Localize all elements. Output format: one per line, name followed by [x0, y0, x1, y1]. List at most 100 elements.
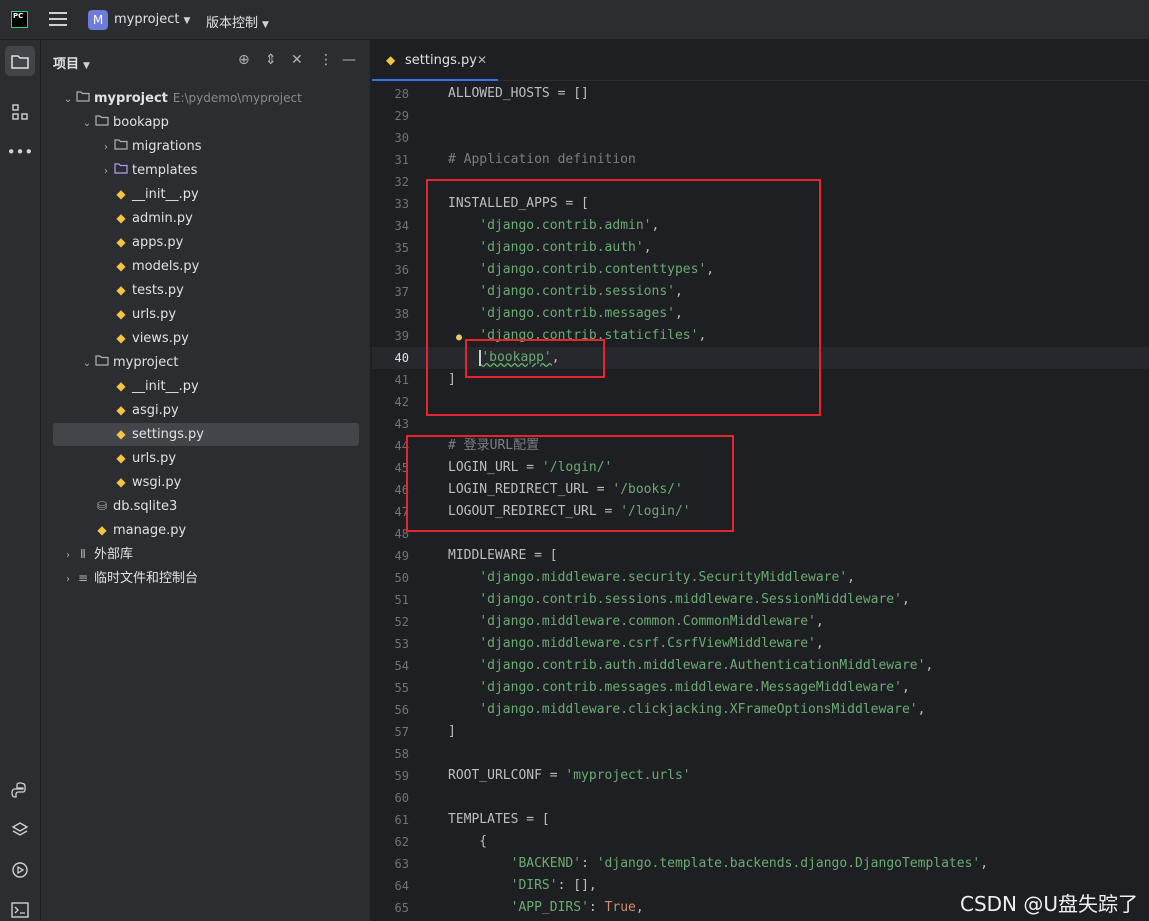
tree-item[interactable]: › templates [53, 159, 359, 182]
project-panel-title[interactable]: 项目 ▼ [53, 53, 90, 72]
code-line: 61 TEMPLATES = [ [372, 809, 1149, 831]
project-panel: 项目 ▼ ⊕ ⇕ ✕ ⋮ — ⌄ myproject E:\pydemo\myproj… [41, 40, 371, 921]
code-line: 55 'django.contrib.messages.middleware.M… [372, 677, 1149, 699]
vcs-label: 版本控制 [206, 16, 259, 31]
tree-item[interactable]: ⌄ myproject E:\pydemo\myproject [53, 87, 359, 110]
chevron-down-icon[interactable]: ⌄ [80, 112, 94, 135]
vcs-menu[interactable]: 版本控制 ▼ [206, 12, 269, 31]
pycharm-logo-icon: PC [11, 11, 28, 28]
chevron-right-icon[interactable]: › [99, 160, 113, 183]
tree-item[interactable]: ◆ settings.py [53, 423, 359, 446]
close-icon[interactable]: ✕ [477, 53, 487, 67]
line-number: 29 [394, 109, 409, 123]
tab-settings-py[interactable]: ◆ settings.py ✕ [372, 40, 498, 81]
line-number: 56 [394, 703, 409, 717]
chevron-right-icon[interactable]: › [99, 136, 113, 159]
line-number: 37 [394, 285, 409, 299]
line-number: 32 [394, 175, 409, 189]
python-file-icon: ◆ [116, 331, 126, 345]
code-line: 49 MIDDLEWARE = [ [372, 545, 1149, 567]
tool-window-strip: ••• [0, 40, 41, 921]
watermark: CSDN @U盘失踪了 [960, 892, 1139, 916]
tree-item[interactable]: ◆ __init__.py [53, 183, 359, 206]
hide-icon[interactable]: — [342, 52, 356, 68]
code-line: 62 { [372, 831, 1149, 853]
project-badge[interactable]: M [88, 10, 108, 30]
string-literal: 'APP_DIRS' [510, 900, 589, 915]
tree-item[interactable]: ◆ tests.py [53, 279, 359, 302]
tree-item[interactable]: ◆ views.py [53, 327, 359, 350]
project-switcher[interactable]: myproject ▼ [114, 12, 190, 27]
tree-item-label: db.sqlite3 [113, 499, 178, 514]
python-file-icon: ◆ [116, 307, 126, 321]
tree-item[interactable]: ◆ asgi.py [53, 399, 359, 422]
code-line: 51 'django.contrib.sessions.middleware.S… [372, 589, 1149, 611]
tab-label: settings.py [405, 53, 477, 68]
tree-item[interactable]: ◆ apps.py [53, 231, 359, 254]
line-number: 61 [394, 813, 409, 827]
code-text: ROOT_URLCONF = 'myproject.urls' [448, 768, 691, 783]
tree-item[interactable]: › Ⅱ 外部库 [53, 543, 359, 566]
code-line: 56 'django.middleware.clickjacking.XFram… [372, 699, 1149, 721]
terminal-icon[interactable] [5, 895, 35, 921]
tree-item[interactable]: ◆ __init__.py [53, 375, 359, 398]
code-text: # Application definition [448, 152, 636, 167]
line-number: 43 [394, 417, 409, 431]
options-icon[interactable]: ⋮ [319, 52, 333, 68]
line-number: 62 [394, 835, 409, 849]
code-line: 53 'django.middleware.csrf.CsrfViewMiddl… [372, 633, 1149, 655]
folder-icon [94, 351, 110, 374]
tree-item[interactable]: ⛁ db.sqlite3 [53, 495, 359, 518]
code-line: 54 'django.contrib.auth.middleware.Authe… [372, 655, 1149, 677]
chevron-down-icon[interactable]: ⌄ [61, 88, 75, 111]
layers-icon[interactable] [5, 815, 35, 845]
code-text: ] [448, 724, 456, 739]
services-icon[interactable] [5, 855, 35, 885]
expand-all-icon[interactable]: ⇕ [265, 52, 277, 68]
locate-icon[interactable]: ⊕ [238, 52, 250, 68]
line-number: 30 [394, 131, 409, 145]
annotation-installed-apps-box [426, 179, 821, 416]
line-number: 57 [394, 725, 409, 739]
code-text: 'APP_DIRS': True, [510, 900, 644, 915]
tree-item-label: wsgi.py [132, 475, 182, 490]
folder-icon[interactable] [5, 46, 35, 76]
tree-item[interactable]: ◆ urls.py [53, 447, 359, 470]
chevron-right-icon[interactable]: › [61, 544, 75, 567]
tree-item-label: bookapp [113, 115, 169, 130]
tree-item[interactable]: ⌄ myproject [53, 351, 359, 374]
tree-item[interactable]: › ≡ 临时文件和控制台 [53, 567, 359, 590]
chevron-down-icon[interactable]: ⌄ [80, 352, 94, 375]
tree-item-label: views.py [132, 331, 189, 346]
python-console-icon[interactable] [5, 775, 35, 805]
tree-item-label: __init__.py [132, 379, 199, 394]
tree-item[interactable]: ◆ manage.py [53, 519, 359, 542]
code-line: 30 [372, 127, 1149, 149]
line-number: 55 [394, 681, 409, 695]
tree-item[interactable]: › migrations [53, 135, 359, 158]
tree-item[interactable]: ◆ urls.py [53, 303, 359, 326]
main-menu-icon[interactable] [49, 12, 67, 28]
code-line: 58 [372, 743, 1149, 765]
folder-icon [75, 87, 91, 110]
tree-item-label: urls.py [132, 307, 177, 322]
tree-item[interactable]: ◆ models.py [53, 255, 359, 278]
python-file-icon: ◆ [116, 259, 126, 273]
line-number: 35 [394, 241, 409, 255]
string-literal: 'django.middleware.security.SecurityMidd… [479, 570, 848, 585]
python-file-icon: ◆ [116, 211, 126, 225]
more-icon[interactable]: ••• [5, 137, 35, 167]
line-number: 48 [394, 527, 409, 541]
line-number: 51 [394, 593, 409, 607]
chevron-right-icon[interactable]: › [61, 568, 75, 591]
line-number: 63 [394, 857, 409, 871]
tree-item[interactable]: ◆ admin.py [53, 207, 359, 230]
line-number: 45 [394, 461, 409, 475]
tree-item[interactable]: ⌄ bookapp [53, 111, 359, 134]
tree-item[interactable]: ◆ wsgi.py [53, 471, 359, 494]
keyword: True [604, 900, 636, 915]
folder-icon [94, 111, 110, 134]
structure-icon[interactable] [5, 97, 35, 127]
collapse-all-icon[interactable]: ✕ [291, 52, 303, 68]
tree-item-label: admin.py [132, 211, 193, 226]
